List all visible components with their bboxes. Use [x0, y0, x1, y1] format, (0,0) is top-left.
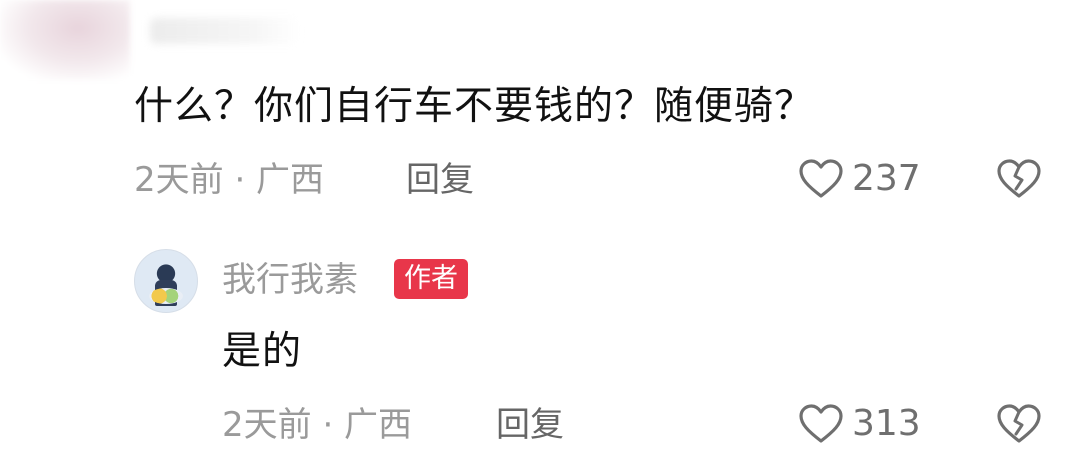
reply-author-name[interactable]: 我行我素	[222, 260, 358, 300]
heart-icon	[799, 159, 843, 198]
comment-like-button[interactable]: 237	[798, 158, 921, 200]
reply-like-count: 313	[852, 403, 921, 444]
comment-text: 什么？你们自行车不要钱的？随便骑？	[134, 84, 815, 129]
blurred-username	[150, 18, 300, 44]
blurred-avatar	[0, 0, 130, 80]
reply-text: 是的	[222, 329, 303, 374]
comment-like-count: 237	[852, 158, 921, 199]
avatar-flowers	[149, 288, 183, 304]
comment-reply-button[interactable]: 回复	[406, 160, 474, 200]
reply-reply-button[interactable]: 回复	[496, 405, 564, 445]
author-badge: 作者	[394, 259, 468, 299]
broken-heart-icon	[997, 404, 1041, 443]
broken-heart-icon	[997, 159, 1041, 198]
reply-meta: 2天前 · 广西	[222, 405, 413, 445]
reply-dislike-button[interactable]	[996, 403, 1042, 449]
author-avatar[interactable]	[134, 249, 198, 313]
reply-like-button[interactable]: 313	[798, 403, 921, 445]
comment-meta: 2天前 · 广西	[134, 160, 325, 200]
comment-dislike-button[interactable]	[996, 158, 1042, 204]
heart-icon	[799, 404, 843, 443]
